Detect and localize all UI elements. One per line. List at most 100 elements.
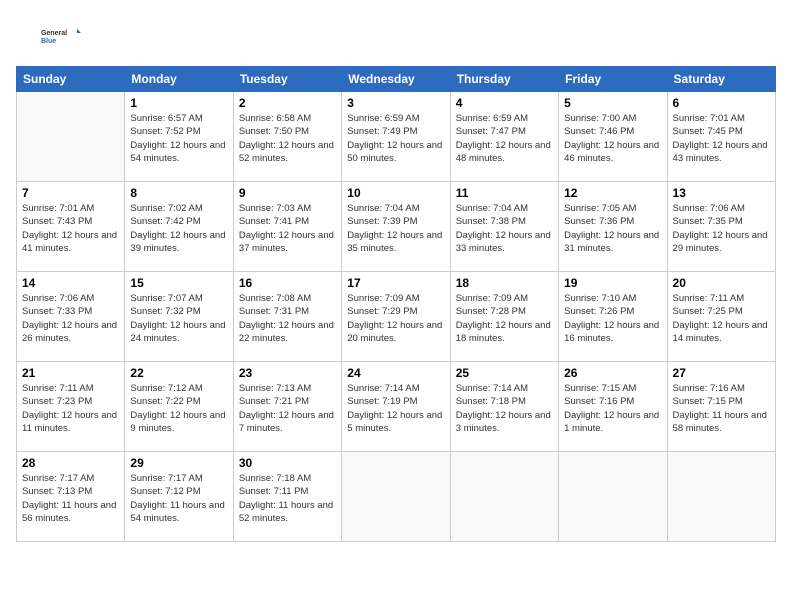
day-info: Sunrise: 7:06 AMSunset: 7:33 PMDaylight:… [22, 292, 119, 345]
page-header: General Blue [16, 16, 776, 56]
day-info: Sunrise: 7:18 AMSunset: 7:11 PMDaylight:… [239, 472, 336, 525]
day-number: 11 [456, 186, 553, 200]
calendar-cell: 7 Sunrise: 7:01 AMSunset: 7:43 PMDaylight… [17, 182, 125, 272]
header-cell-monday: Monday [125, 67, 233, 92]
calendar-cell: 22 Sunrise: 7:12 AMSunset: 7:22 PMDayligh… [125, 362, 233, 452]
calendar-cell: 8 Sunrise: 7:02 AMSunset: 7:42 PMDaylight… [125, 182, 233, 272]
day-info: Sunrise: 7:12 AMSunset: 7:22 PMDaylight:… [130, 382, 227, 435]
header-cell-wednesday: Wednesday [342, 67, 450, 92]
day-number: 21 [22, 366, 119, 380]
day-info: Sunrise: 7:14 AMSunset: 7:18 PMDaylight:… [456, 382, 553, 435]
logo-icon: General Blue [16, 16, 106, 56]
calendar-cell: 1 Sunrise: 6:57 AMSunset: 7:52 PMDaylight… [125, 92, 233, 182]
calendar-body: 1 Sunrise: 6:57 AMSunset: 7:52 PMDaylight… [17, 92, 776, 542]
calendar-cell [450, 452, 558, 542]
day-info: Sunrise: 7:08 AMSunset: 7:31 PMDaylight:… [239, 292, 336, 345]
header-cell-friday: Friday [559, 67, 667, 92]
calendar-cell: 5Sunrise: 7:00 AMSunset: 7:46 PMDaylight… [559, 92, 667, 182]
day-number: 17 [347, 276, 444, 290]
calendar-cell: 17 Sunrise: 7:09 AMSunset: 7:29 PMDayligh… [342, 272, 450, 362]
svg-text:General: General [41, 30, 67, 37]
day-info: Sunrise: 7:11 AMSunset: 7:23 PMDaylight:… [22, 382, 119, 435]
calendar-cell: 9 Sunrise: 7:03 AMSunset: 7:41 PMDaylight… [233, 182, 341, 272]
calendar-cell: 21 Sunrise: 7:11 AMSunset: 7:23 PMDayligh… [17, 362, 125, 452]
logo: General Blue [16, 16, 106, 56]
day-number: 7 [22, 186, 119, 200]
day-number: 18 [456, 276, 553, 290]
calendar-cell: 19Sunrise: 7:10 AMSunset: 7:26 PMDayligh… [559, 272, 667, 362]
calendar-cell [667, 452, 775, 542]
day-number: 1 [130, 96, 227, 110]
header-cell-saturday: Saturday [667, 67, 775, 92]
day-number: 24 [347, 366, 444, 380]
day-number: 15 [130, 276, 227, 290]
calendar-cell: 15 Sunrise: 7:07 AMSunset: 7:32 PMDayligh… [125, 272, 233, 362]
day-info: Sunrise: 7:01 AMSunset: 7:43 PMDaylight:… [22, 202, 119, 255]
day-info: Sunrise: 7:09 AMSunset: 7:28 PMDaylight:… [456, 292, 553, 345]
day-number: 12 [564, 186, 661, 200]
day-number: 28 [22, 456, 119, 470]
calendar-cell: 10 Sunrise: 7:04 AMSunset: 7:39 PMDayligh… [342, 182, 450, 272]
day-number: 22 [130, 366, 227, 380]
day-info: Sunrise: 7:02 AMSunset: 7:42 PMDaylight:… [130, 202, 227, 255]
calendar-table: SundayMondayTuesdayWednesdayThursdayFrid… [16, 66, 776, 542]
calendar-cell: 2 Sunrise: 6:58 AMSunset: 7:50 PMDaylight… [233, 92, 341, 182]
week-row-4: 21 Sunrise: 7:11 AMSunset: 7:23 PMDayligh… [17, 362, 776, 452]
day-info: Sunrise: 7:17 AMSunset: 7:12 PMDaylight:… [130, 472, 227, 525]
day-info: Sunrise: 7:04 AMSunset: 7:39 PMDaylight:… [347, 202, 444, 255]
calendar-cell [559, 452, 667, 542]
day-info: Sunrise: 7:07 AMSunset: 7:32 PMDaylight:… [130, 292, 227, 345]
day-number: 6 [673, 96, 770, 110]
day-info: Sunrise: 7:06 AMSunset: 7:35 PMDaylight:… [673, 202, 770, 255]
header-cell-sunday: Sunday [17, 67, 125, 92]
svg-text:Blue: Blue [41, 38, 56, 45]
day-info: Sunrise: 6:59 AMSunset: 7:49 PMDaylight:… [347, 112, 444, 165]
day-info: Sunrise: 7:09 AMSunset: 7:29 PMDaylight:… [347, 292, 444, 345]
day-number: 25 [456, 366, 553, 380]
day-number: 4 [456, 96, 553, 110]
day-number: 19 [564, 276, 661, 290]
day-info: Sunrise: 7:05 AMSunset: 7:36 PMDaylight:… [564, 202, 661, 255]
calendar-cell: 25 Sunrise: 7:14 AMSunset: 7:18 PMDayligh… [450, 362, 558, 452]
calendar-cell: 27Sunrise: 7:16 AMSunset: 7:15 PMDayligh… [667, 362, 775, 452]
header-cell-tuesday: Tuesday [233, 67, 341, 92]
calendar-cell: 4 Sunrise: 6:59 AMSunset: 7:47 PMDaylight… [450, 92, 558, 182]
day-info: Sunrise: 7:01 AMSunset: 7:45 PMDaylight:… [673, 112, 770, 165]
header-row: SundayMondayTuesdayWednesdayThursdayFrid… [17, 67, 776, 92]
day-number: 23 [239, 366, 336, 380]
calendar-cell: 23Sunrise: 7:13 AMSunset: 7:21 PMDayligh… [233, 362, 341, 452]
calendar-cell: 13 Sunrise: 7:06 AMSunset: 7:35 PMDayligh… [667, 182, 775, 272]
day-number: 29 [130, 456, 227, 470]
header-cell-thursday: Thursday [450, 67, 558, 92]
day-number: 2 [239, 96, 336, 110]
week-row-2: 7 Sunrise: 7:01 AMSunset: 7:43 PMDaylight… [17, 182, 776, 272]
day-info: Sunrise: 7:15 AMSunset: 7:16 PMDaylight:… [564, 382, 661, 435]
day-info: Sunrise: 7:00 AMSunset: 7:46 PMDaylight:… [564, 112, 661, 165]
week-row-1: 1 Sunrise: 6:57 AMSunset: 7:52 PMDaylight… [17, 92, 776, 182]
day-number: 27 [673, 366, 770, 380]
calendar-cell: 12 Sunrise: 7:05 AMSunset: 7:36 PMDayligh… [559, 182, 667, 272]
day-number: 3 [347, 96, 444, 110]
calendar-cell: 30 Sunrise: 7:18 AMSunset: 7:11 PMDayligh… [233, 452, 341, 542]
day-number: 8 [130, 186, 227, 200]
day-number: 30 [239, 456, 336, 470]
calendar-cell: 14Sunrise: 7:06 AMSunset: 7:33 PMDayligh… [17, 272, 125, 362]
day-number: 26 [564, 366, 661, 380]
day-info: Sunrise: 6:59 AMSunset: 7:47 PMDaylight:… [456, 112, 553, 165]
calendar-cell: 18 Sunrise: 7:09 AMSunset: 7:28 PMDayligh… [450, 272, 558, 362]
day-info: Sunrise: 7:04 AMSunset: 7:38 PMDaylight:… [456, 202, 553, 255]
calendar-cell: 20 Sunrise: 7:11 AMSunset: 7:25 PMDayligh… [667, 272, 775, 362]
day-info: Sunrise: 7:03 AMSunset: 7:41 PMDaylight:… [239, 202, 336, 255]
day-number: 13 [673, 186, 770, 200]
day-number: 9 [239, 186, 336, 200]
day-info: Sunrise: 7:11 AMSunset: 7:25 PMDaylight:… [673, 292, 770, 345]
day-info: Sunrise: 7:17 AMSunset: 7:13 PMDaylight:… [22, 472, 119, 525]
calendar-cell: 24Sunrise: 7:14 AMSunset: 7:19 PMDayligh… [342, 362, 450, 452]
day-info: Sunrise: 6:57 AMSunset: 7:52 PMDaylight:… [130, 112, 227, 165]
day-info: Sunrise: 6:58 AMSunset: 7:50 PMDaylight:… [239, 112, 336, 165]
day-number: 20 [673, 276, 770, 290]
calendar-cell [342, 452, 450, 542]
calendar-cell [17, 92, 125, 182]
calendar-cell: 26 Sunrise: 7:15 AMSunset: 7:16 PMDayligh… [559, 362, 667, 452]
day-number: 10 [347, 186, 444, 200]
